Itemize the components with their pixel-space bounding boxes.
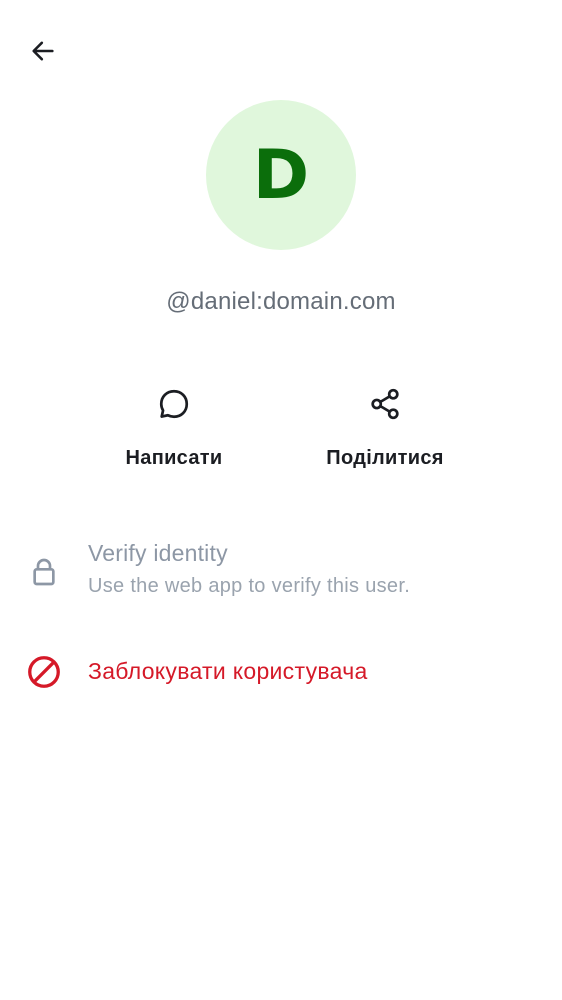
- verify-identity-subtitle: Use the web app to verify this user.: [88, 575, 411, 597]
- block-user-button[interactable]: Заблокувати користувача: [0, 648, 562, 696]
- user-id: @daniel:domain.com: [166, 288, 396, 315]
- verify-identity-title: Verify identity: [88, 540, 228, 566]
- avatar: D: [206, 100, 356, 250]
- message-button[interactable]: Написати: [94, 382, 254, 470]
- back-button[interactable]: [22, 30, 64, 72]
- avatar-initial: D: [252, 136, 310, 215]
- share-label: Поділитися: [326, 447, 444, 469]
- chat-bubble-icon: [152, 382, 196, 426]
- message-label: Написати: [125, 447, 223, 469]
- block-user-label: Заблокувати користувача: [88, 658, 368, 684]
- share-icon: [363, 382, 407, 426]
- arrow-left-icon: [32, 41, 54, 61]
- lock-icon: [22, 550, 66, 594]
- block-icon: [22, 650, 66, 694]
- share-button[interactable]: Поділитися: [305, 382, 465, 470]
- verify-identity-item: Verify identity Use the web app to verif…: [0, 540, 562, 606]
